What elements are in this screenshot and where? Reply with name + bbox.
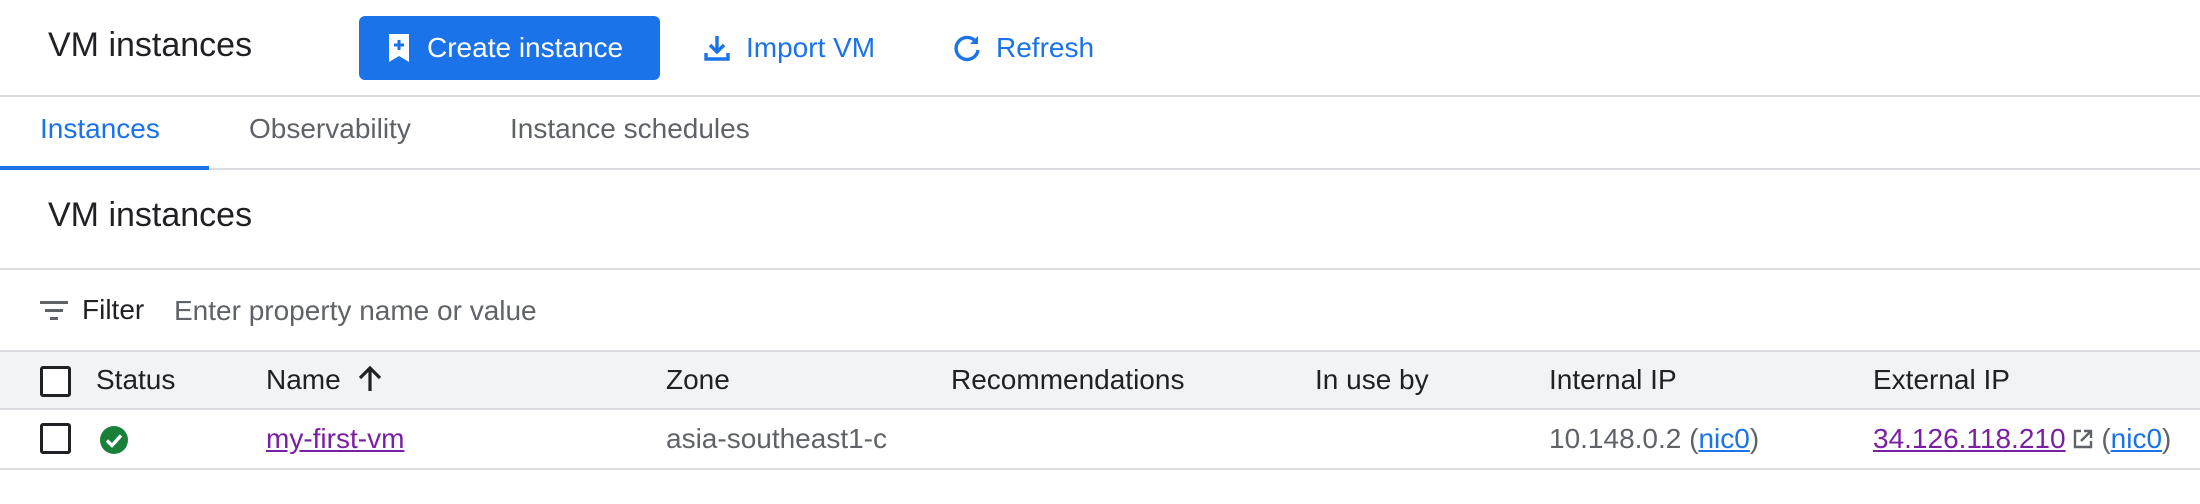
create-instance-label: Create instance — [427, 32, 624, 63]
refresh-icon — [952, 33, 982, 63]
import-vm-button[interactable]: Import VM — [702, 16, 875, 80]
tab-instance-schedules[interactable]: Instance schedules — [510, 113, 750, 145]
column-header-external-ip[interactable]: External IP — [1873, 364, 2010, 396]
filter-bar: Filter — [0, 270, 2200, 352]
filter-list-icon — [40, 300, 70, 322]
table-header: Status Name Zone Recommendations In use … — [0, 352, 2200, 410]
import-vm-label: Import VM — [746, 32, 876, 63]
column-header-internal-ip[interactable]: Internal IP — [1549, 364, 1677, 396]
filter-input[interactable] — [172, 284, 1076, 338]
tab-instances[interactable]: Instances — [40, 113, 160, 145]
external-nic-link[interactable]: nic0 — [2111, 423, 2162, 454]
tab-bar: Instances Observability Instance schedul… — [0, 97, 2200, 170]
check-circle-icon — [99, 425, 129, 455]
column-header-status[interactable]: Status — [96, 364, 175, 396]
table-row: my-first-vm asia-southeast1-c 10.148.0.2… — [0, 410, 2200, 470]
column-header-in-use-by[interactable]: In use by — [1315, 364, 1429, 396]
filter-label: Filter — [82, 294, 145, 325]
column-header-zone[interactable]: Zone — [666, 364, 730, 396]
page-title: VM instances — [48, 26, 253, 64]
add-box-icon — [387, 34, 411, 62]
section-header: VM instances — [0, 170, 2200, 270]
section-title: VM instances — [48, 196, 253, 234]
refresh-label: Refresh — [996, 32, 1095, 63]
internal-ip-cell: 10.148.0.2 (nic0) — [1549, 423, 1760, 454]
refresh-button[interactable]: Refresh — [952, 16, 1094, 80]
select-all-checkbox[interactable] — [40, 366, 71, 397]
page-header: VM instances Create instance Import VM R… — [0, 0, 2200, 97]
row-checkbox[interactable] — [40, 423, 71, 454]
instance-zone: asia-southeast1-c — [666, 423, 888, 454]
column-header-name-label: Name — [266, 364, 341, 395]
column-header-recommendations[interactable]: Recommendations — [951, 364, 1184, 396]
open-in-new-icon[interactable] — [2072, 425, 2094, 449]
tab-observability[interactable]: Observability — [249, 113, 411, 145]
internal-nic-link[interactable]: nic0 — [1698, 423, 1749, 454]
external-ip-link[interactable]: 34.126.118.210 — [1873, 423, 2066, 454]
create-instance-button[interactable]: Create instance — [359, 16, 660, 80]
external-ip-cell: 34.126.118.210 (nic0) — [1873, 423, 2172, 454]
internal-ip-value: 10.148.0.2 — [1549, 423, 1682, 454]
column-header-name[interactable]: Name — [266, 364, 383, 396]
instance-name-link[interactable]: my-first-vm — [266, 423, 404, 455]
arrow-up-icon — [357, 365, 383, 393]
download-icon — [702, 33, 732, 63]
